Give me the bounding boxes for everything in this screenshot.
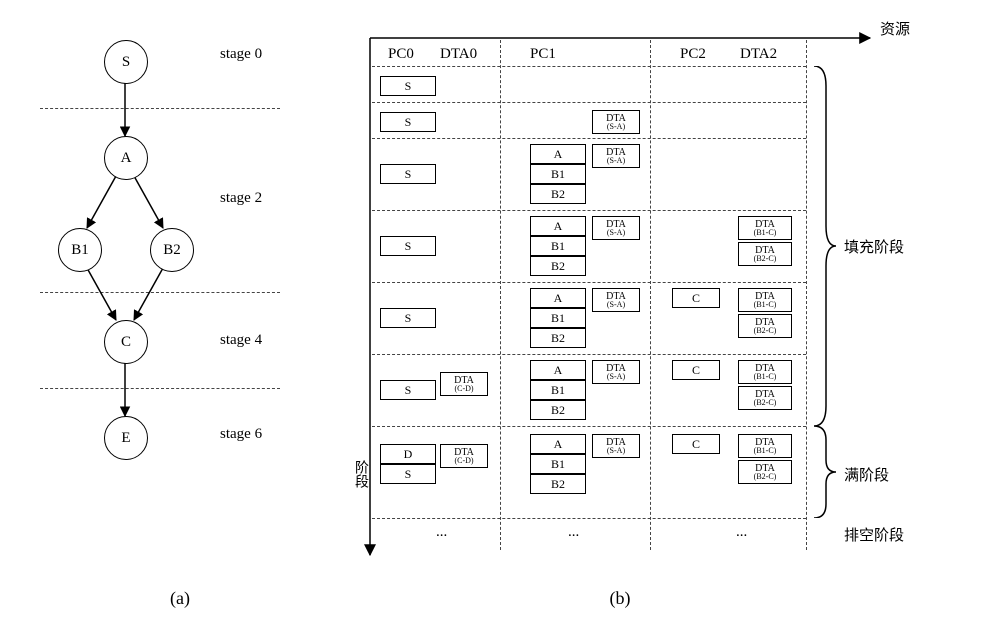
panel-b: 资源 阶段 PC0 DTA0 PC1 PC2 DTA2 S S xyxy=(340,20,980,580)
token-s: S xyxy=(380,236,436,256)
token-c: C xyxy=(672,434,720,454)
token-a: A xyxy=(530,288,586,308)
dta-sub: (S-A) xyxy=(607,373,625,381)
dta-sub: (S-A) xyxy=(607,301,625,309)
token-b2: B2 xyxy=(530,400,586,420)
token-s: S xyxy=(380,464,436,484)
stage-2-label: stage 2 xyxy=(220,190,262,207)
token-b2: B2 xyxy=(530,184,586,204)
stage-6-label: stage 6 xyxy=(220,426,262,443)
token-s: S xyxy=(380,380,436,400)
phase-full-label: 满阶段 xyxy=(844,464,889,485)
dta-sub: (B1-C) xyxy=(754,373,777,381)
token-a: A xyxy=(530,216,586,236)
stage-4-label: stage 4 xyxy=(220,332,262,349)
token-dta-sa: DTA (S-A) xyxy=(592,288,640,312)
dta-sub: (B2-C) xyxy=(754,327,777,335)
phase-fill-label: 填充阶段 xyxy=(844,236,904,257)
token-dta-cd: DTA (C-D) xyxy=(440,444,488,468)
token-dta-b2c: DTA (B2-C) xyxy=(738,242,792,266)
ellipsis: ... xyxy=(436,524,447,541)
brace-fill xyxy=(808,66,838,426)
token-dta-b1c: DTA (B1-C) xyxy=(738,288,792,312)
token-dta-b2c: DTA (B2-C) xyxy=(738,314,792,338)
node-e: E xyxy=(104,416,148,460)
token-s: S xyxy=(380,112,436,132)
col-pc1: PC1 xyxy=(530,46,556,63)
token-dta-sa: DTA (S-A) xyxy=(592,216,640,240)
token-dta-b2c: DTA (B2-C) xyxy=(738,460,792,484)
dta-sub: (S-A) xyxy=(607,123,625,131)
col-pc0: PC0 xyxy=(388,46,414,63)
node-a: A xyxy=(104,136,148,180)
token-dta-b1c: DTA (B1-C) xyxy=(738,434,792,458)
token-s: S xyxy=(380,308,436,328)
dta-sub: (B1-C) xyxy=(754,229,777,237)
row-divider xyxy=(372,138,806,139)
row-divider xyxy=(372,282,806,283)
dta-sub: (B2-C) xyxy=(754,399,777,407)
col-dta0: DTA0 xyxy=(440,46,477,63)
figure-label-b: (b) xyxy=(370,588,870,609)
ellipsis: ... xyxy=(736,524,747,541)
dta-sub: (C-D) xyxy=(454,457,473,465)
token-c: C xyxy=(672,360,720,380)
token-a: A xyxy=(530,144,586,164)
row-divider xyxy=(372,518,806,519)
col-divider xyxy=(500,40,501,550)
brace-full xyxy=(808,426,838,518)
axis-x-label: 资源 xyxy=(880,18,910,39)
token-a: A xyxy=(530,434,586,454)
token-b2: B2 xyxy=(530,256,586,276)
row-divider xyxy=(372,102,806,103)
dta-sub: (B2-C) xyxy=(754,473,777,481)
col-dta2: DTA2 xyxy=(740,46,777,63)
token-c: C xyxy=(672,288,720,308)
dta-sub: (C-D) xyxy=(454,385,473,393)
token-s: S xyxy=(380,164,436,184)
row-divider xyxy=(372,66,806,67)
dta-sub: (B1-C) xyxy=(754,301,777,309)
ellipsis: ... xyxy=(568,524,579,541)
col-pc2: PC2 xyxy=(680,46,706,63)
col-divider xyxy=(806,40,807,550)
token-dta-sa: DTA (S-A) xyxy=(592,360,640,384)
axis-y-label: 阶段 xyxy=(350,460,370,488)
col-divider xyxy=(650,40,651,550)
dta-sub: (B2-C) xyxy=(754,255,777,263)
row-divider xyxy=(372,354,806,355)
token-dta-sa: DTA (S-A) xyxy=(592,110,640,134)
dta-sub: (S-A) xyxy=(607,229,625,237)
token-b1: B1 xyxy=(530,164,586,184)
phase-drain-label: 排空阶段 xyxy=(844,524,904,545)
token-dta-sa: DTA (S-A) xyxy=(592,144,640,168)
token-dta-b2c: DTA (B2-C) xyxy=(738,386,792,410)
node-s: S xyxy=(104,40,148,84)
token-s: S xyxy=(380,76,436,96)
token-b1: B1 xyxy=(530,380,586,400)
token-dta-b1c: DTA (B1-C) xyxy=(738,360,792,384)
token-b2: B2 xyxy=(530,474,586,494)
token-b2: B2 xyxy=(530,328,586,348)
dta-sub: (B1-C) xyxy=(754,447,777,455)
node-b1: B1 xyxy=(58,228,102,272)
dta-sub: (S-A) xyxy=(607,447,625,455)
dta-sub: (S-A) xyxy=(607,157,625,165)
stage-0-label: stage 0 xyxy=(220,46,262,63)
token-b1: B1 xyxy=(530,454,586,474)
row-divider xyxy=(372,426,806,427)
token-a: A xyxy=(530,360,586,380)
token-d: D xyxy=(380,444,436,464)
token-dta-cd: DTA (C-D) xyxy=(440,372,488,396)
node-b2: B2 xyxy=(150,228,194,272)
figure-label-a: (a) xyxy=(20,588,340,609)
panel-a: S A B1 B2 C E stage 0 stage 2 stage 4 st… xyxy=(20,20,340,580)
token-b1: B1 xyxy=(530,236,586,256)
token-b1: B1 xyxy=(530,308,586,328)
row-divider xyxy=(372,210,806,211)
token-dta-b1c: DTA (B1-C) xyxy=(738,216,792,240)
token-dta-sa: DTA (S-A) xyxy=(592,434,640,458)
node-c: C xyxy=(104,320,148,364)
